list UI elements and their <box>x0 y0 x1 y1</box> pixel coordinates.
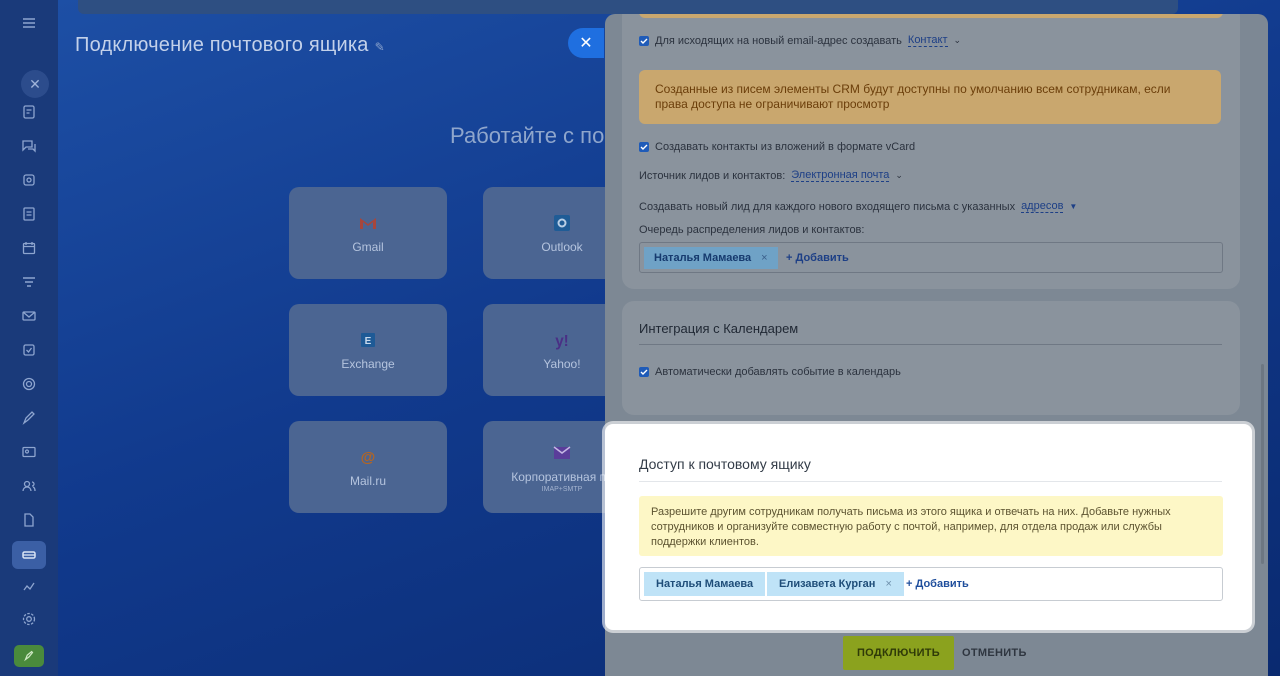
crm-icon[interactable] <box>18 169 40 191</box>
panel-scrollbar[interactable] <box>1261 364 1264 564</box>
close-icon[interactable]: ✕ <box>21 70 49 98</box>
calendar-card: Интеграция с Календарем Автоматически до… <box>622 301 1240 415</box>
mailbox-user-tag: Наталья Мамаева <box>644 572 766 596</box>
chat-icon[interactable] <box>18 135 40 157</box>
mailbox-users-selector[interactable]: Наталья Мамаева Елизавета Курган × + Доб… <box>639 567 1223 601</box>
sign-icon[interactable] <box>18 407 40 429</box>
service-label: Корпоративная по <box>511 469 613 484</box>
outgoing-row: Для исходящих на новый email-адрес созда… <box>639 34 961 47</box>
connect-button[interactable]: ПОДКЛЮЧИТЬ <box>843 636 954 670</box>
calendar-auto-label: Автоматически добавлять событие в календ… <box>655 366 901 378</box>
mailbox-access-card: Доступ к почтовому ящику Разрешите други… <box>605 424 1252 630</box>
mailbox-user-tag: Елизавета Курган × <box>767 572 904 596</box>
new-lead-addresses-link[interactable]: адресов <box>1021 200 1064 213</box>
service-label: Yahoo! <box>543 357 581 371</box>
remove-tag-icon[interactable]: × <box>761 252 767 264</box>
left-navigation: ✕ <box>0 0 58 676</box>
mail-icon[interactable] <box>18 305 40 327</box>
docs-icon[interactable] <box>18 203 40 225</box>
calendar-title: Интеграция с Календарем <box>639 321 799 336</box>
service-tile-gmail[interactable]: Gmail <box>289 187 447 279</box>
divider <box>639 481 1222 482</box>
outgoing-entity-select[interactable]: Контакт <box>907 34 948 47</box>
contact-card-icon[interactable] <box>18 441 40 463</box>
cancel-button[interactable]: ОТМЕНИТЬ <box>962 636 1027 670</box>
target-icon[interactable] <box>18 373 40 395</box>
mailbox-access-notice: Разрешите другим сотрудникам получать пи… <box>639 496 1223 556</box>
mailbox-access-title: Доступ к почтовому ящику <box>639 456 811 472</box>
outgoing-label: Для исходящих на новый email-адрес созда… <box>655 34 902 47</box>
remove-tag-icon[interactable]: × <box>885 578 891 590</box>
file-icon[interactable] <box>18 509 40 531</box>
calendar-icon[interactable] <box>18 237 40 259</box>
service-label: Exchange <box>341 357 395 371</box>
outgoing-checkbox[interactable] <box>639 35 649 46</box>
service-tile-mailru[interactable]: @ Mail.ru <box>289 421 447 513</box>
queue-user-tag: Наталья Мамаева × <box>644 247 778 269</box>
menu-icon[interactable] <box>18 12 40 34</box>
service-label: Mail.ru <box>349 474 386 488</box>
vcard-row: Создавать контакты из вложений в формате… <box>639 141 915 153</box>
calendar-auto-checkbox[interactable] <box>639 367 649 377</box>
divider <box>639 344 1222 345</box>
previous-warning-strip <box>639 14 1223 18</box>
new-lead-row: Создавать новый лид для каждого нового в… <box>639 200 1077 213</box>
settings-icon[interactable] <box>18 608 40 630</box>
service-sublabel: IMAP+SMTP <box>541 485 583 493</box>
svg-text:@: @ <box>361 449 376 466</box>
vcard-label: Создавать контакты из вложений в формате… <box>655 141 916 153</box>
slider-close-button[interactable]: ✕ <box>568 28 604 58</box>
mailru-icon: @ <box>357 446 379 468</box>
source-select[interactable]: Электронная почта <box>791 169 890 182</box>
outlook-icon <box>551 212 573 234</box>
rocket-icon[interactable] <box>14 645 44 667</box>
mailbox-add-user-button[interactable]: + Добавить <box>906 572 969 596</box>
pin-icon[interactable]: ✎ <box>375 40 385 54</box>
chevron-down-icon[interactable]: ⌄ <box>895 170 903 181</box>
source-row: Источник лидов и контактов: Электронная … <box>639 169 903 182</box>
filter-icon[interactable] <box>18 271 40 293</box>
svg-text:y!: y! <box>555 333 569 350</box>
background-header-strip <box>78 0 1178 14</box>
queue-label: Очередь распределения лидов и контактов: <box>639 224 865 236</box>
tasks-icon[interactable] <box>18 101 40 123</box>
mailbox-user-name: Наталья Мамаева <box>656 578 754 590</box>
vcard-checkbox[interactable] <box>639 142 649 152</box>
queue-selector[interactable]: Наталья Мамаева × + Добавить <box>639 242 1223 273</box>
caret-down-icon[interactable]: ▼ <box>1069 202 1077 211</box>
queue-add-button[interactable]: + Добавить <box>786 247 849 269</box>
exchange-icon: E <box>357 329 379 351</box>
queue-user-name: Наталья Мамаева <box>654 252 752 264</box>
storage-icon[interactable] <box>18 544 40 566</box>
yahoo-icon: y! <box>551 329 573 351</box>
page-title: Подключение почтового ящика ✎ <box>75 34 385 57</box>
checklist-icon[interactable] <box>18 339 40 361</box>
calendar-auto-row: Автоматически добавлять событие в календ… <box>639 366 901 378</box>
envelope-icon <box>551 442 573 464</box>
chevron-down-icon[interactable]: ⌄ <box>954 35 962 46</box>
service-tile-exchange[interactable]: E Exchange <box>289 304 447 396</box>
svg-text:E: E <box>365 336 372 347</box>
apps-icon[interactable] <box>18 575 40 597</box>
users-icon[interactable] <box>18 475 40 497</box>
service-label: Outlook <box>541 240 583 254</box>
source-label: Источник лидов и контактов: <box>639 169 786 182</box>
service-label: Gmail <box>352 240 384 254</box>
crm-access-warning: Созданные из писем элементы CRM будут до… <box>639 70 1221 124</box>
close-icon: ✕ <box>579 35 593 52</box>
mailbox-user-name: Елизавета Курган <box>779 578 876 590</box>
new-lead-label: Создавать новый лид для каждого нового в… <box>639 200 1016 213</box>
gmail-icon <box>357 212 379 234</box>
page-title-text: Подключение почтового ящика <box>75 34 369 56</box>
crm-settings-card: Для исходящих на новый email-адрес созда… <box>622 14 1240 289</box>
services-heading: Работайте с по <box>450 123 605 148</box>
